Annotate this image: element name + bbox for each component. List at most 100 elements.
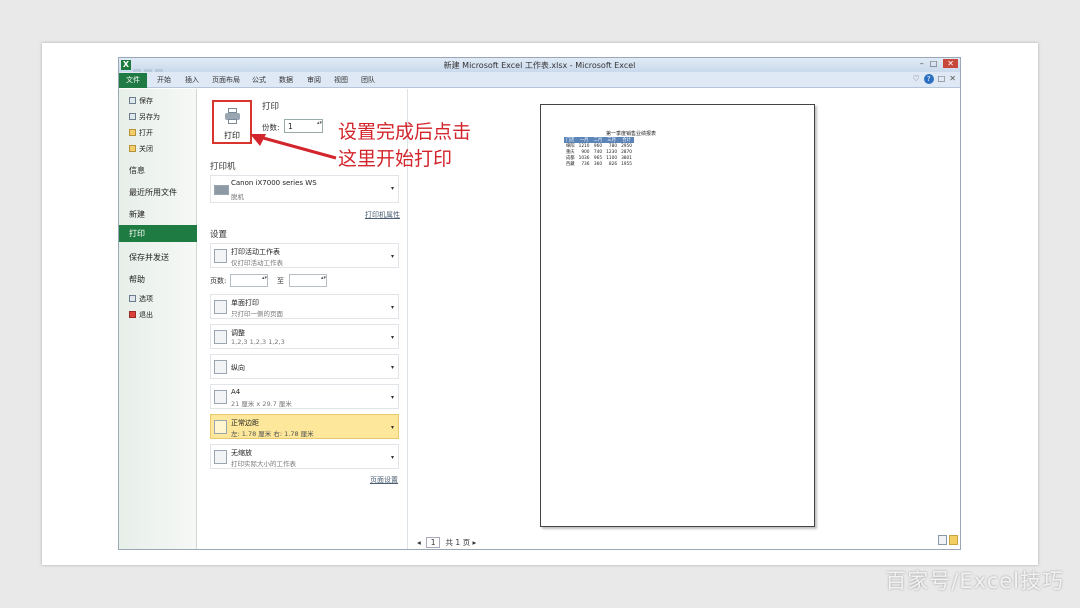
page-navigator: ◂ 1 共 1 页 ▸ [417, 537, 476, 548]
preview-page: 第一季度销售业绩报表 门店 一月 二月 三月 合计 绵阳 1210 960 780 29… [540, 104, 815, 527]
restore-ribbon-icon[interactable]: □ [938, 74, 946, 84]
print-preview-area: 第一季度销售业绩报表 门店 一月 二月 三月 合计 绵阳 1210 960 780 29… [408, 89, 960, 549]
window-controls: – □ ✕ [920, 59, 958, 68]
table-cell: 1955 [621, 161, 632, 167]
tab-data[interactable]: 数据 [279, 75, 293, 85]
orientation-dropdown[interactable]: 纵向 ▾ [210, 354, 399, 379]
margins-label: 正常边距 [231, 419, 259, 427]
paper-icon [214, 390, 227, 404]
bs-item-exit[interactable]: 退出 [129, 310, 153, 320]
chevron-down-icon: ▾ [390, 394, 394, 401]
bs-item-save-send[interactable]: 保存并发送 [129, 252, 169, 263]
tab-home[interactable]: 开始 [157, 75, 171, 85]
printer-status: 脱机 [231, 193, 244, 201]
print-button[interactable]: 打印 [212, 100, 252, 144]
table-cell: 736 [581, 161, 590, 167]
collate-desc: 1,2,3 1,2,3 1,2,3 [231, 338, 285, 346]
sheet-title: 第一季度销售业绩报表 [605, 131, 656, 137]
close-window-button[interactable]: ✕ [943, 59, 958, 68]
scaling-desc: 打印实际大小的工作表 [231, 460, 296, 468]
paper-size-dropdown[interactable]: A4 21 厘米 x 29.7 厘米 ▾ [210, 384, 399, 409]
table-cell: 360 [593, 161, 603, 167]
page-setup-link[interactable]: 页面设置 [370, 475, 398, 485]
printer-properties-link[interactable]: 打印机属性 [365, 210, 400, 220]
sides-dropdown[interactable]: 单面打印 只打印一侧的页面 ▾ [210, 294, 399, 319]
current-page-input[interactable]: 1 [426, 537, 441, 548]
margins-icon [214, 420, 227, 434]
annotation-arrow-icon [250, 134, 337, 160]
close-file-icon [129, 145, 136, 152]
close-workbook-icon[interactable]: ✕ [949, 74, 956, 84]
maximize-button[interactable]: □ [930, 59, 938, 68]
print-section-title: 打印 [262, 102, 280, 112]
table-cell: 西藏 [566, 162, 575, 167]
heart-icon[interactable]: ♡ [913, 74, 920, 84]
tab-formulas[interactable]: 公式 [252, 75, 266, 85]
orientation-label: 纵向 [231, 364, 245, 372]
paper-desc: 21 厘米 x 29.7 厘米 [231, 400, 292, 408]
bs-item-options[interactable]: 选项 [129, 294, 153, 304]
scaling-dropdown[interactable]: 无缩放 打印实际大小的工作表 ▾ [210, 444, 399, 469]
prev-page-button[interactable]: ◂ [417, 538, 421, 547]
total-pages: 共 1 页 [445, 538, 471, 547]
table-cell: 2950 [621, 143, 632, 149]
table-cell: 1210 [578, 143, 590, 149]
bs-item-print[interactable]: 打印 [119, 225, 203, 242]
chevron-down-icon: ▾ [390, 185, 394, 192]
tab-team[interactable]: 团队 [361, 75, 375, 85]
save-as-icon [129, 113, 136, 120]
printer-dropdown[interactable]: Canon iX7000 series WS 脱机 ▾ [210, 175, 399, 203]
bs-item-recent[interactable]: 最近所用文件 [129, 187, 177, 198]
excel-window: X 新建 Microsoft Excel 工作表.xlsx - Microsof… [118, 57, 961, 550]
minimize-button[interactable]: – [920, 59, 924, 68]
zoom-to-page-icon[interactable] [949, 535, 958, 545]
pages-from-input[interactable] [230, 274, 268, 287]
bs-item-close[interactable]: 关闭 [129, 144, 153, 154]
pages-to-input[interactable] [289, 274, 327, 287]
settings-section-title: 设置 [210, 230, 228, 240]
annotation-text: 设置完成后点击这里开始打印 [338, 121, 472, 170]
bs-item-open[interactable]: 打开 [129, 128, 153, 138]
bs-item-help[interactable]: 帮助 [129, 274, 145, 285]
paper-label: A4 [231, 388, 241, 396]
window-title: 新建 Microsoft Excel 工作表.xlsx - Microsoft … [443, 61, 636, 70]
save-icon [129, 97, 136, 104]
pages-label: 页数: [210, 277, 227, 285]
bs-item-save[interactable]: 保存 [129, 96, 153, 106]
tab-view[interactable]: 视图 [334, 75, 348, 85]
collate-dropdown[interactable]: 调整 1,2,3 1,2,3 1,2,3 ▾ [210, 324, 399, 349]
tab-review[interactable]: 审阅 [307, 75, 321, 85]
tab-page-layout[interactable]: 页面布局 [212, 75, 240, 85]
next-page-button[interactable]: ▸ [472, 538, 476, 547]
printer-icon [225, 108, 240, 124]
sides-label: 单面打印 [231, 299, 259, 307]
table-cell: 2870 [621, 149, 632, 155]
bs-item-info[interactable]: 信息 [129, 165, 145, 176]
table-row: 西藏 736 360 826 1955 [564, 161, 634, 168]
title-bar: X 新建 Microsoft Excel 工作表.xlsx - Microsof… [119, 58, 960, 76]
printer-section-title: 打印机 [210, 162, 236, 172]
help-icon[interactable]: ? [923, 74, 934, 84]
table-cell: 1036 [578, 155, 590, 161]
scaling-icon [214, 450, 227, 464]
single-sided-icon [214, 300, 227, 314]
copies-spinner[interactable]: 1 [284, 119, 323, 133]
table-cell: 826 [608, 161, 618, 167]
show-margins-icon[interactable] [938, 535, 947, 545]
print-button-label: 打印 [224, 131, 240, 140]
margins-desc: 左: 1.78 厘米 右: 1.78 厘米 [231, 430, 314, 438]
tab-file[interactable]: 文件 [119, 73, 147, 88]
scaling-label: 无缩放 [231, 449, 252, 457]
margins-dropdown[interactable]: 正常边距 左: 1.78 厘米 右: 1.78 厘米 ▾ [210, 414, 399, 439]
ribbon-tabs: 文件 开始 插入 页面布局 公式 数据 审阅 视图 团队 ♡ ? □ ✕ [119, 72, 960, 88]
print-what-dropdown[interactable]: 打印活动工作表 仅打印活动工作表 ▾ [210, 243, 399, 268]
chevron-down-icon: ▾ [390, 424, 394, 431]
tab-insert[interactable]: 插入 [185, 75, 199, 85]
exit-icon [129, 311, 136, 318]
bs-item-new[interactable]: 新建 [129, 209, 145, 220]
bs-item-save-as[interactable]: 另存为 [129, 112, 160, 122]
chevron-down-icon: ▾ [390, 454, 394, 461]
table-cell: 1100 [606, 155, 618, 161]
table-cell: 3801 [621, 155, 632, 161]
chevron-down-icon: ▾ [390, 253, 394, 260]
